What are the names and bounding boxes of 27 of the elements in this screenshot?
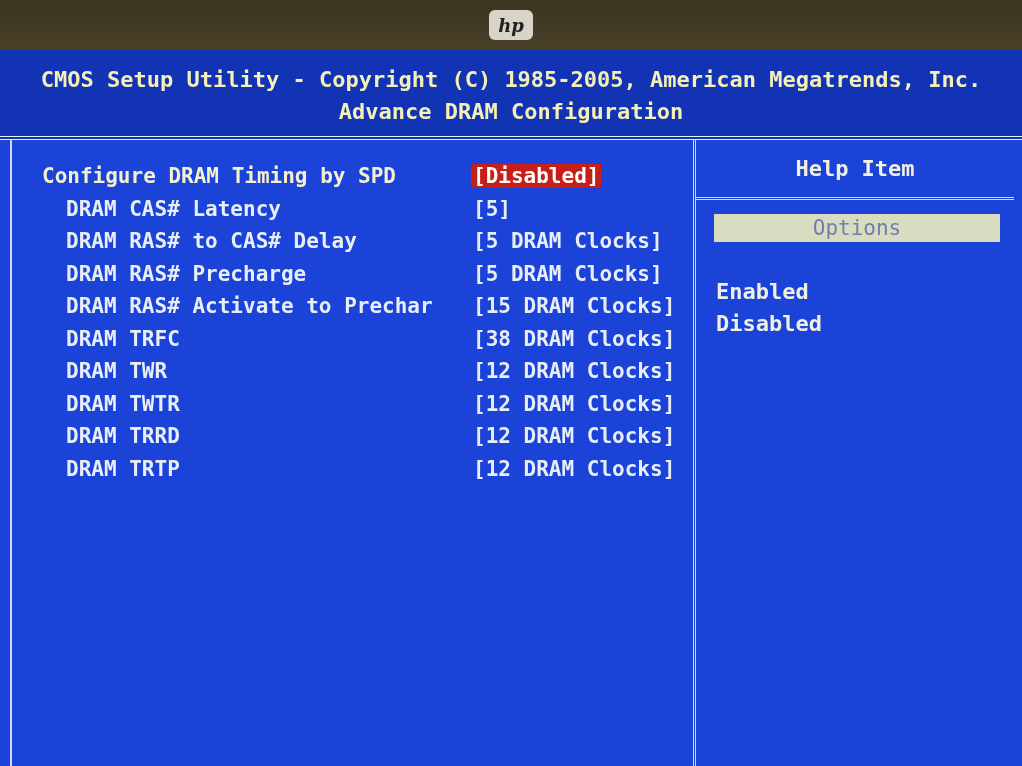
setting-value[interactable]: [15 DRAM Clocks] — [471, 294, 678, 319]
setting-label: DRAM TWR — [66, 359, 169, 384]
setting-label: DRAM RAS# to CAS# Delay — [66, 229, 358, 254]
setting-label: DRAM RAS# Activate to Prechar — [66, 294, 434, 319]
setting-value[interactable]: [5] — [471, 196, 513, 221]
help-title: Help Item — [696, 140, 1014, 200]
logo-badge: hp — [489, 10, 533, 40]
setting-label: DRAM CAS# Latency — [66, 196, 282, 221]
setting-value[interactable]: [5 DRAM Clocks] — [471, 229, 665, 254]
option-text: Enabled — [716, 278, 810, 306]
options-header: Options — [714, 214, 1000, 242]
setting-value[interactable]: [Disabled] — [471, 164, 602, 189]
setting-label: DRAM RAS# Precharge — [66, 261, 308, 286]
setting-label: DRAM TRTP — [66, 456, 181, 481]
page-title: Advance DRAM Configuration — [337, 98, 685, 126]
setting-label: Configure DRAM Timing by SPD — [42, 164, 397, 189]
setting-label: DRAM TRFC — [66, 326, 181, 351]
setting-value[interactable]: [12 DRAM Clocks] — [471, 456, 678, 481]
option-text: Disabled — [716, 310, 823, 338]
setting-value[interactable]: [12 DRAM Clocks] — [471, 424, 678, 449]
setting-value[interactable]: [5 DRAM Clocks] — [471, 261, 665, 286]
setting-value[interactable]: [12 DRAM Clocks] — [471, 359, 678, 384]
setting-value[interactable]: [38 DRAM Clocks] — [471, 326, 678, 351]
header-title: CMOS Setup Utility - Copyright (C) 1985-2005, American Megatrends, Inc. — [39, 66, 983, 94]
setting-label: DRAM TWTR — [66, 391, 181, 416]
setting-value[interactable]: [12 DRAM Clocks] — [471, 391, 678, 416]
setting-label: DRAM TRRD — [66, 424, 181, 449]
